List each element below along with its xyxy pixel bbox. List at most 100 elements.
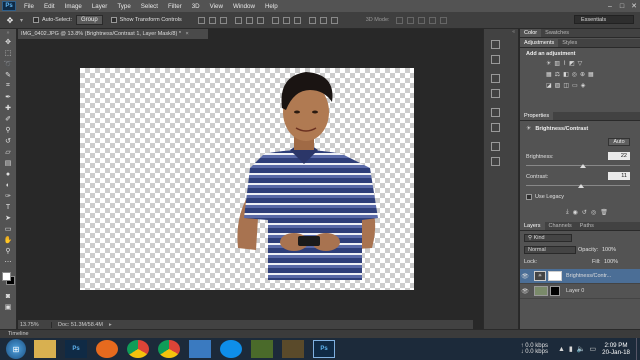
auto-select-checkbox[interactable] [33, 17, 40, 23]
workspace-dropdown[interactable]: Essentials [574, 15, 634, 24]
3d-scale-icon[interactable] [439, 16, 447, 24]
crop-tool-icon[interactable]: ⌗ [1, 81, 16, 91]
move-tool-icon[interactable]: ✥ [1, 37, 16, 47]
layer-row-brightness-contrast[interactable]: 👁 ☀ Brightness/Contr... [520, 269, 640, 284]
document-tab[interactable]: IMG_0402.JPG @ 13.8% (Brightness/Contras… [18, 29, 208, 39]
menu-window[interactable]: Window [228, 3, 260, 10]
layer-row-layer-0[interactable]: 👁 Layer 0 [520, 284, 640, 299]
show-transform-checkbox[interactable] [110, 17, 117, 23]
distribute-right-icon[interactable] [330, 16, 338, 24]
zoom-tool-icon[interactable]: ⚲ [1, 246, 16, 256]
distribute-bottom-icon[interactable] [293, 16, 301, 24]
3d-pan-icon[interactable] [417, 16, 425, 24]
close-document-icon[interactable]: × [186, 31, 189, 37]
align-vcenter-icon[interactable] [208, 16, 216, 24]
menu-select[interactable]: Select [136, 3, 163, 10]
maximize-icon[interactable]: □ [616, 1, 628, 11]
tab-channels[interactable]: Channels [545, 222, 576, 230]
contrast-slider-track[interactable] [526, 184, 630, 188]
zoom-level[interactable]: 13.75% [18, 321, 52, 328]
black-white-icon[interactable]: ◧ [563, 71, 569, 78]
align-right-icon[interactable] [256, 16, 264, 24]
gradient-map-icon[interactable]: ▭ [572, 82, 578, 89]
image-viewer-icon[interactable] [189, 340, 211, 358]
document-canvas[interactable] [80, 68, 414, 290]
tab-paths[interactable]: Paths [576, 222, 598, 230]
photo-filter-icon[interactable]: ◎ [572, 71, 577, 78]
show-desktop-button[interactable] [636, 338, 640, 360]
3d-roll-icon[interactable] [406, 16, 414, 24]
menu-edit[interactable]: Edit [39, 3, 60, 10]
rectangle-tool-icon[interactable]: ▭ [1, 224, 16, 234]
game-alt-icon[interactable] [282, 340, 304, 358]
marquee-tool-icon[interactable]: ⬚ [1, 48, 16, 58]
exposure-adjust-icon[interactable]: ◩ [569, 60, 575, 67]
visibility-eye-icon[interactable]: 👁 [520, 288, 530, 295]
color-lookup-icon[interactable]: ▦ [588, 71, 594, 78]
invert-icon[interactable]: ◪ [546, 82, 552, 89]
tab-properties[interactable]: Properties [520, 112, 554, 120]
align-bottom-icon[interactable] [219, 16, 227, 24]
eyedropper-tool-icon[interactable]: ✒ [1, 92, 16, 102]
teamviewer-icon[interactable] [220, 340, 242, 358]
curves-adjust-icon[interactable]: ⌇ [563, 60, 566, 67]
vibrance-adjust-icon[interactable]: ▽ [578, 60, 583, 67]
tab-styles[interactable]: Styles [558, 39, 581, 47]
close-icon[interactable]: ✕ [628, 1, 640, 11]
foreground-color-swatch[interactable] [2, 272, 11, 281]
menu-3d[interactable]: 3D [187, 3, 205, 10]
levels-adjust-icon[interactable]: ▥ [554, 60, 560, 67]
move-tool-icon[interactable]: ✥ [4, 15, 16, 26]
timeline-panel[interactable]: Timeline [0, 329, 640, 338]
chrome-alt-icon[interactable] [158, 340, 180, 358]
eraser-tool-icon[interactable]: ▱ [1, 147, 16, 157]
type-tool-icon[interactable]: T [1, 202, 16, 212]
auto-select-dropdown[interactable]: Group [75, 15, 103, 25]
volume-icon[interactable]: 🔈 [577, 345, 586, 353]
menu-image[interactable]: Image [60, 3, 87, 10]
path-selection-tool-icon[interactable]: ➤ [1, 213, 16, 223]
clip-to-layer-icon[interactable]: ⤓ [566, 209, 569, 216]
fill-value[interactable]: 100% [604, 259, 618, 265]
chrome-icon[interactable] [127, 340, 149, 358]
lasso-tool-icon[interactable]: ➰ [1, 59, 16, 69]
clone-stamp-tool-icon[interactable]: ⚲ [1, 125, 16, 135]
more-tools-icon[interactable]: ⋯ [1, 257, 16, 267]
system-clock[interactable]: 2:09 PM 20-Jan-18 [602, 342, 630, 356]
photoshop-active-taskbar-icon[interactable]: Ps [313, 340, 335, 358]
tab-layers[interactable]: Layers [520, 222, 545, 230]
tool-preset-chevron-icon[interactable]: ▾ [20, 17, 23, 24]
network-icon[interactable]: ▮ [569, 345, 573, 353]
menu-layer[interactable]: Layer [87, 3, 112, 10]
contrast-field[interactable]: 11 [608, 172, 630, 180]
status-menu-arrow-icon[interactable]: ▸ [109, 322, 112, 328]
brush-tool-icon[interactable]: ✐ [1, 114, 16, 124]
brightness-field[interactable]: 22 [608, 152, 630, 160]
hand-tool-icon[interactable]: ✋ [1, 235, 16, 245]
threshold-icon[interactable]: ◫ [563, 82, 569, 89]
align-top-icon[interactable] [197, 16, 205, 24]
tray-expand-icon[interactable]: ▲ [558, 346, 565, 353]
distribute-left-icon[interactable] [308, 16, 316, 24]
layer-mask-thumbnail[interactable] [548, 271, 562, 281]
hue-saturation-icon[interactable]: ▦ [546, 71, 552, 78]
dodge-tool-icon[interactable]: ◐ [1, 180, 16, 190]
menu-help[interactable]: Help [260, 3, 283, 10]
blur-tool-icon[interactable]: ● [1, 169, 16, 179]
tab-adjustments[interactable]: Adjustments [520, 39, 559, 47]
gradient-tool-icon[interactable]: ▤ [1, 158, 16, 168]
distribute-hcenter-icon[interactable] [319, 16, 327, 24]
menu-type[interactable]: Type [112, 3, 135, 10]
use-legacy-checkbox[interactable] [526, 194, 532, 200]
character-panel-icon[interactable] [491, 74, 500, 83]
quick-mask-icon[interactable]: ◙ [1, 291, 16, 301]
start-button-icon[interactable]: ⊞ [6, 339, 26, 359]
minimize-icon[interactable]: – [604, 1, 616, 11]
auto-button[interactable]: Auto [608, 138, 630, 146]
brush-panel-icon[interactable] [491, 108, 500, 117]
brush-presets-icon[interactable] [491, 123, 500, 132]
collapse-tools-icon[interactable]: » [1, 30, 16, 36]
tab-color[interactable]: Color [520, 29, 542, 37]
opacity-value[interactable]: 100% [602, 247, 616, 253]
brightness-slider-thumb[interactable] [580, 164, 587, 168]
